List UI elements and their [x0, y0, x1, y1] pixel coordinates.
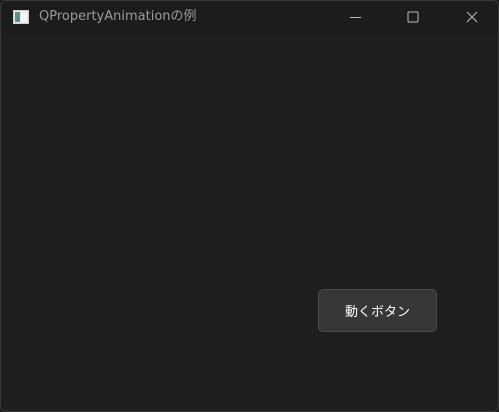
maximize-button[interactable] — [390, 1, 436, 33]
app-icon — [13, 9, 29, 24]
main-content-area: 動くボタン — [1, 35, 498, 411]
minimize-button[interactable] — [333, 1, 379, 33]
app-window: QPropertyAnimationの例 動くボタン — [0, 0, 499, 412]
close-icon — [466, 11, 478, 23]
minimize-icon — [350, 11, 362, 23]
moving-button[interactable]: 動くボタン — [318, 289, 437, 332]
close-button[interactable] — [449, 1, 495, 33]
title-bar[interactable]: QPropertyAnimationの例 — [1, 1, 498, 35]
moving-button-label: 動くボタン — [344, 305, 410, 320]
maximize-icon — [407, 11, 419, 23]
window-title: QPropertyAnimationの例 — [39, 9, 197, 24]
